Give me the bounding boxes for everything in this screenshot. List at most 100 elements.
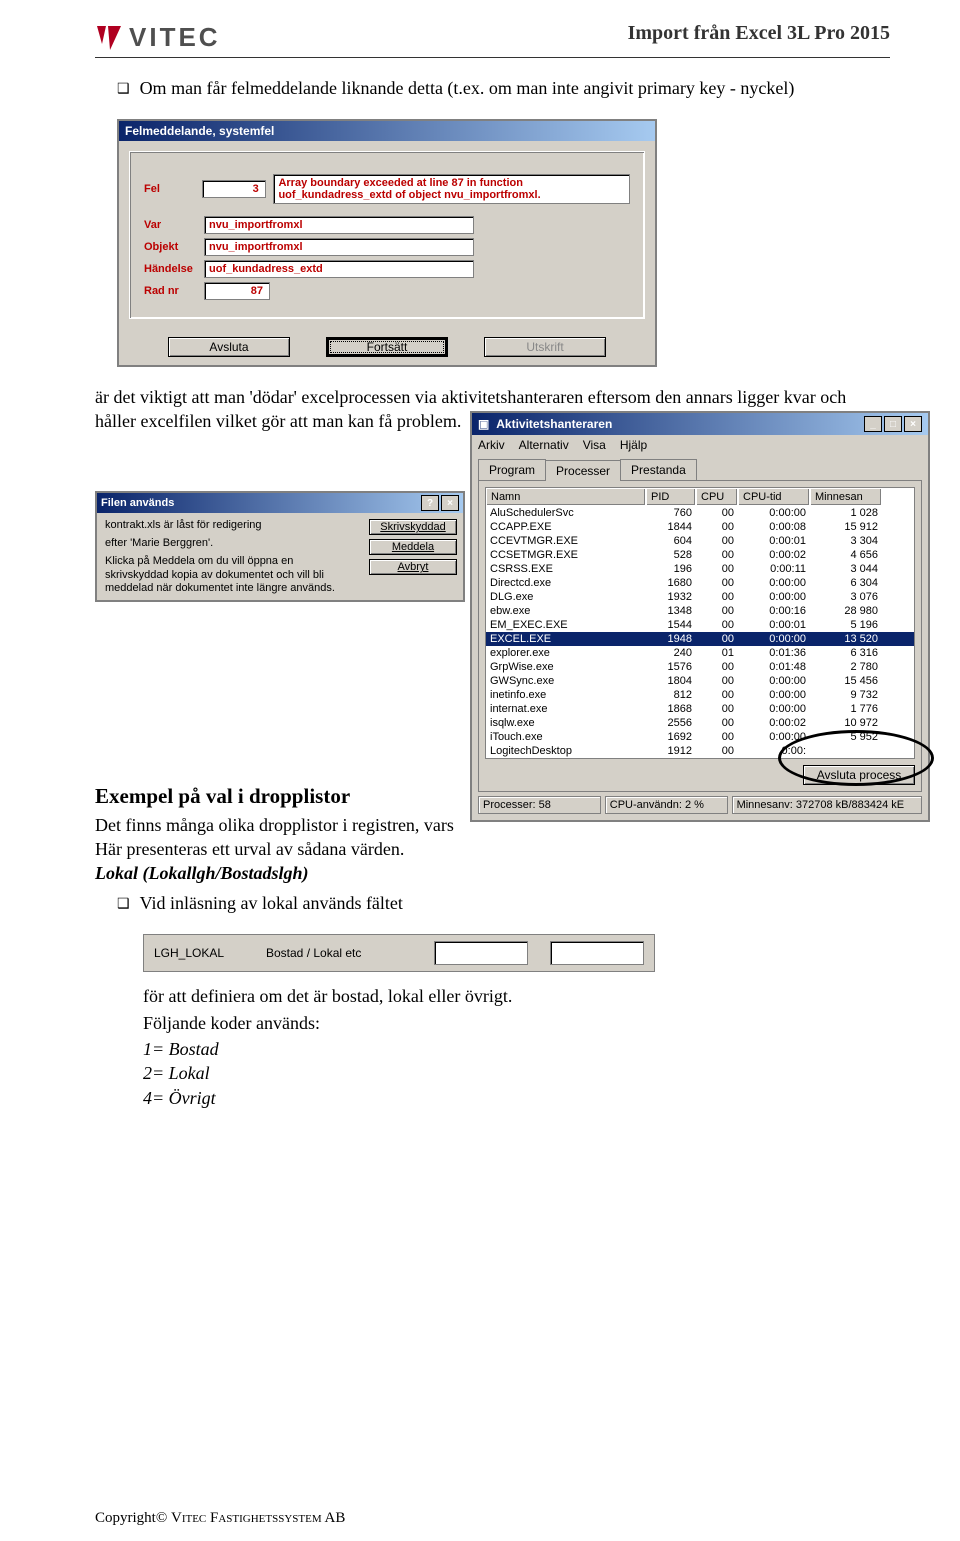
process-row[interactable]: internat.exe1868000:00:001 776 [486, 702, 914, 716]
utskrift-button[interactable]: Utskrift [484, 337, 606, 357]
col-cputid[interactable]: CPU-tid [738, 488, 810, 506]
close-icon[interactable]: × [441, 495, 459, 511]
brand-block: VITEC [95, 22, 221, 53]
menu-arkiv[interactable]: Arkiv [478, 438, 505, 452]
process-cell: 0:00:00 [738, 506, 810, 520]
process-cell: internat.exe [486, 702, 646, 716]
menu-hjalp[interactable]: Hjälp [620, 438, 647, 452]
value-var: nvu_importfromxl [204, 216, 474, 234]
error-dialog: Felmeddelande, systemfel Fel 3 Array bou… [117, 119, 657, 367]
process-cell: 2 780 [810, 660, 882, 674]
process-row[interactable]: GWSync.exe1804000:00:0015 456 [486, 674, 914, 688]
end-process-button[interactable]: Avsluta process [803, 765, 915, 785]
process-cell: 4 656 [810, 548, 882, 562]
col-minnesan[interactable]: Minnesan [810, 488, 882, 506]
lgh-input-2[interactable] [550, 941, 644, 965]
taskmgr-title: Aktivitetshanteraren [496, 417, 612, 431]
process-cell: 00 [696, 604, 738, 618]
process-cell: 00 [696, 730, 738, 744]
help-icon[interactable]: ? [421, 495, 439, 511]
process-row[interactable]: iTouch.exe1692000:00:005 952 [486, 730, 914, 744]
process-cell: Directcd.exe [486, 576, 646, 590]
process-cell: CCSETMGR.EXE [486, 548, 646, 562]
section-sub: Lokal (Lokallgh/Bostadslgh) [95, 861, 575, 885]
process-row[interactable]: CSRSS.EXE196000:00:113 044 [486, 562, 914, 576]
process-cell: LogitechDesktop [486, 744, 646, 758]
process-row[interactable]: inetinfo.exe812000:00:009 732 [486, 688, 914, 702]
process-row[interactable]: ebw.exe1348000:00:1628 980 [486, 604, 914, 618]
tab-prestanda[interactable]: Prestanda [620, 459, 697, 480]
error-dialog-group: Fel 3 Array boundary exceeded at line 87… [129, 151, 645, 319]
section-p2: Här presenteras ett urval av sådana värd… [95, 837, 575, 861]
process-row[interactable]: CCEVTMGR.EXE604000:00:013 304 [486, 534, 914, 548]
code-2: 2= Lokal [143, 1061, 890, 1085]
fortsatt-button[interactable]: Fortsätt [326, 337, 448, 357]
process-cell: 196 [646, 562, 696, 576]
process-row[interactable]: isqlw.exe2556000:00:0210 972 [486, 716, 914, 730]
process-cell: iTouch.exe [486, 730, 646, 744]
process-cell: 2556 [646, 716, 696, 730]
process-cell: 0:00:00 [738, 688, 810, 702]
process-cell: 10 972 [810, 716, 882, 730]
col-namn[interactable]: Namn [486, 488, 646, 506]
taskmgr-menubar: Arkiv Alternativ Visa Hjälp [472, 435, 928, 455]
section-block: Exempel på val i dropplistor Det finns m… [95, 764, 575, 886]
process-row[interactable]: LogitechDesktop1912000:00: [486, 744, 914, 758]
col-cpu[interactable]: CPU [696, 488, 738, 506]
avsluta-button[interactable]: Avsluta [168, 337, 290, 357]
process-cell: 0:00:00 [738, 674, 810, 688]
section-p1: Det finns många olika dropplistor i regi… [95, 813, 575, 837]
skrivskyddad-button[interactable]: Skrivskyddad [369, 519, 457, 535]
menu-visa[interactable]: Visa [583, 438, 606, 452]
process-row[interactable]: Directcd.exe1680000:00:006 304 [486, 576, 914, 590]
process-row[interactable]: GrpWise.exe1576000:01:482 780 [486, 660, 914, 674]
value-objekt: nvu_importfromxl [204, 238, 474, 256]
col-pid[interactable]: PID [646, 488, 696, 506]
process-row[interactable]: DLG.exe1932000:00:003 076 [486, 590, 914, 604]
process-cell: 3 076 [810, 590, 882, 604]
process-cell: 0:00:00 [738, 576, 810, 590]
process-row[interactable]: explorer.exe240010:01:366 316 [486, 646, 914, 660]
process-row[interactable]: CCSETMGR.EXE528000:00:024 656 [486, 548, 914, 562]
process-row[interactable]: AluSchedulerSvc760000:00:001 028 [486, 506, 914, 520]
lgh-input-1[interactable] [434, 941, 528, 965]
label-fel: Fel [144, 183, 202, 195]
maximize-icon[interactable]: □ [884, 416, 902, 432]
tab-program[interactable]: Program [478, 459, 546, 480]
process-cell: 0:00:01 [738, 534, 810, 548]
process-cell: 5 196 [810, 618, 882, 632]
tail1: för att definiera om det är bostad, loka… [143, 984, 890, 1008]
intro-list: Om man får felmeddelande liknande detta … [95, 76, 890, 101]
section-bullet: Vid inläsning av lokal används fältet [117, 891, 890, 916]
process-cell: 1804 [646, 674, 696, 688]
process-cell: 15 912 [810, 520, 882, 534]
process-cell: 0:00:02 [738, 716, 810, 730]
value-fel-code: 3 [202, 180, 266, 198]
footer-copyright: Copyright© Vitec Fastighetssystem AB [95, 1510, 345, 1527]
code-1: 1= Bostad [143, 1037, 890, 1061]
process-cell: AluSchedulerSvc [486, 506, 646, 520]
process-cell: 00 [696, 632, 738, 646]
process-cell: 0:00:00 [738, 632, 810, 646]
process-row[interactable]: EM_EXEC.EXE1544000:00:015 196 [486, 618, 914, 632]
tab-processer[interactable]: Processer [545, 460, 621, 481]
process-cell: 00 [696, 590, 738, 604]
close-icon[interactable]: × [904, 416, 922, 432]
section-heading: Exempel på val i dropplistor [95, 784, 575, 809]
process-cell: 240 [646, 646, 696, 660]
brand-logo-icon [95, 24, 123, 52]
process-cell: 00 [696, 618, 738, 632]
process-cell: 1948 [646, 632, 696, 646]
meddela-button[interactable]: Meddela [369, 539, 457, 555]
process-cell: 604 [646, 534, 696, 548]
process-cell: GrpWise.exe [486, 660, 646, 674]
header-rule [95, 57, 890, 58]
process-cell: 00 [696, 674, 738, 688]
minimize-icon[interactable]: _ [864, 416, 882, 432]
intro-bullet: Om man får felmeddelande liknande detta … [117, 76, 890, 101]
avbryt-button[interactable]: Avbryt [369, 559, 457, 575]
file-in-use-line2: efter 'Marie Berggren'. [105, 537, 355, 551]
process-row[interactable]: CCAPP.EXE1844000:00:0815 912 [486, 520, 914, 534]
process-row[interactable]: EXCEL.EXE1948000:00:0013 520 [486, 632, 914, 646]
menu-alternativ[interactable]: Alternativ [519, 438, 569, 452]
